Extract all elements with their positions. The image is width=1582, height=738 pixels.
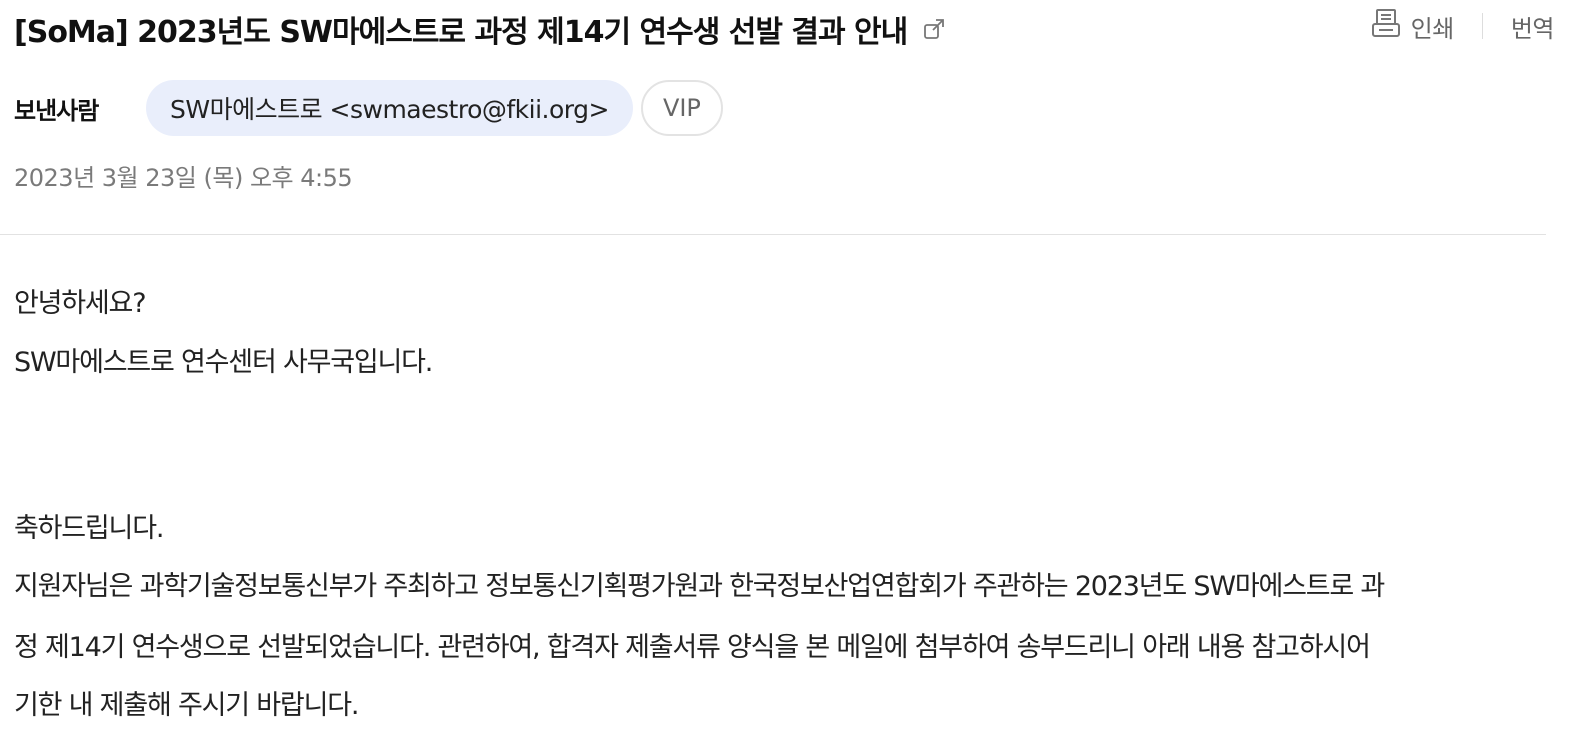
mail-view: [SoMa] 2023년도 SW마에스트로 과정 제14기 연수생 선발 결과 … — [0, 0, 1582, 738]
vip-button[interactable]: VIP — [640, 80, 723, 136]
action-divider — [1481, 13, 1483, 39]
body-line: 기한 내 제출해 주시기 바랍니다. — [14, 690, 359, 721]
mail-subject: [SoMa] 2023년도 SW마에스트로 과정 제14기 연수생 선발 결과 … — [14, 15, 908, 50]
mail-date: 2023년 3월 23일 (목) 오후 4:55 — [14, 164, 353, 192]
open-in-new-window-icon[interactable] — [923, 18, 945, 40]
print-label: 인쇄 — [1410, 14, 1455, 43]
translate-button[interactable]: 번역 — [1511, 9, 1555, 44]
body-line: 안녕하세요? — [14, 288, 147, 319]
print-icon — [1371, 8, 1401, 44]
mail-actions: 인쇄 번역 — [1371, 8, 1555, 44]
sender-row: 보낸사람 SW마에스트로 <swmaestro@fkii.org> VIP — [14, 80, 723, 136]
body-line: SW마에스트로 연수센터 사무국입니다. — [14, 347, 433, 378]
mail-header: [SoMa] 2023년도 SW마에스트로 과정 제14기 연수생 선발 결과 … — [14, 8, 1554, 50]
print-button[interactable]: 인쇄 — [1371, 8, 1454, 44]
body-line: 정 제14기 연수생으로 선발되었습니다. 관련하여, 합격자 제출서류 양식을… — [14, 632, 1371, 663]
body-line: 지원자님은 과학기술정보통신부가 주최하고 정보통신기획평가원과 한국정보산업연… — [14, 571, 1385, 602]
body-line: 축하드립니다. — [14, 513, 164, 544]
sender-label: 보낸사람 — [14, 96, 99, 125]
header-divider — [0, 234, 1546, 235]
sender-chip[interactable]: SW마에스트로 <swmaestro@fkii.org> — [146, 80, 633, 136]
